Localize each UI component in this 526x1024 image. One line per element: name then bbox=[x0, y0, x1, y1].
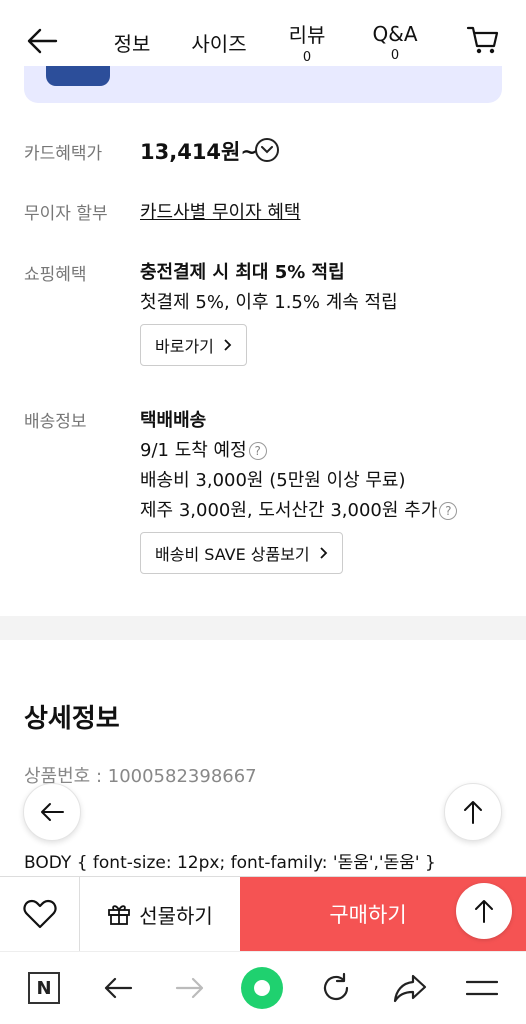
menu-icon bbox=[466, 980, 498, 996]
tab-qna[interactable]: Q&A 0 bbox=[368, 18, 422, 66]
installment-label: 무이자 할부 bbox=[24, 204, 108, 224]
tab-qna-label: Q&A bbox=[372, 21, 418, 46]
like-button[interactable] bbox=[0, 877, 80, 951]
gift-button[interactable]: 선물하기 bbox=[80, 877, 240, 951]
tab-review[interactable]: 리뷰 0 bbox=[284, 18, 330, 66]
buy-label: 구매하기 bbox=[329, 903, 407, 927]
menu-button[interactable] bbox=[460, 966, 504, 1010]
delivery-title: 택배배송 bbox=[140, 410, 207, 431]
shopping-go-label: 바로가기 bbox=[155, 337, 214, 356]
chevron-down-icon bbox=[261, 146, 273, 154]
delivery-eta-line: 9/1 도착 예정? bbox=[140, 436, 267, 462]
browser-back-button[interactable] bbox=[96, 966, 140, 1010]
help-icon[interactable]: ? bbox=[248, 442, 267, 460]
refresh-button[interactable] bbox=[314, 966, 358, 1010]
installment-link[interactable]: 카드사별 무이자 혜택 bbox=[140, 198, 300, 224]
chevron-right-icon bbox=[224, 339, 232, 351]
delivery-fee: 배송비 3,000원 (5만원 이상 무료) bbox=[140, 470, 406, 491]
shopping-benefit-label: 쇼핑혜택 bbox=[24, 265, 87, 285]
help-icon[interactable]: ? bbox=[439, 502, 458, 520]
refresh-icon bbox=[323, 972, 349, 1001]
arrow-up-icon bbox=[464, 801, 482, 824]
chevron-right-icon bbox=[320, 547, 327, 559]
green-dot-button[interactable] bbox=[240, 966, 284, 1010]
arrow-left-icon bbox=[41, 803, 64, 821]
delivery-extra: 제주 3,000원, 도서산간 3,000원 추가 bbox=[140, 500, 438, 521]
card-benefit-banner[interactable] bbox=[24, 66, 502, 103]
card-benefit-expand-button[interactable] bbox=[255, 138, 279, 162]
purchase-bar: 선물하기 구매하기 bbox=[0, 876, 526, 951]
tab-info-label: 정보 bbox=[113, 31, 151, 56]
share-button[interactable] bbox=[388, 966, 432, 1010]
cart-icon bbox=[466, 26, 499, 54]
share-icon bbox=[393, 974, 427, 1003]
naver-home-button[interactable]: N bbox=[22, 966, 66, 1010]
cart-button[interactable] bbox=[466, 24, 502, 58]
arrow-up-icon bbox=[475, 900, 493, 923]
tab-info[interactable]: 정보 bbox=[110, 18, 154, 66]
arrow-right-icon bbox=[175, 977, 204, 999]
scroll-top-button[interactable] bbox=[456, 883, 512, 939]
shopping-go-button[interactable]: 바로가기 bbox=[140, 324, 247, 366]
detail-body-text: BODY { font-size: 12px; font-family: '돋움… bbox=[24, 853, 436, 873]
delivery-eta: 9/1 도착 예정 bbox=[140, 440, 247, 461]
arrow-left-icon bbox=[104, 977, 133, 999]
tab-size[interactable]: 사이즈 bbox=[188, 18, 250, 66]
heart-icon bbox=[22, 899, 57, 929]
browser-toolbar: N bbox=[0, 951, 526, 1024]
detail-title: 상세정보 bbox=[24, 704, 120, 734]
review-count: 0 bbox=[302, 50, 312, 65]
arrow-left-icon bbox=[27, 28, 58, 54]
shopping-benefit-title: 충전결제 시 최대 5% 적립 bbox=[140, 262, 345, 283]
float-scroll-top-button[interactable] bbox=[444, 783, 502, 841]
qna-count: 0 bbox=[390, 47, 400, 63]
tab-review-label: 리뷰 bbox=[288, 23, 326, 47]
card-image bbox=[46, 66, 110, 86]
card-benefit-price: 13,414원~ bbox=[140, 140, 258, 164]
section-divider bbox=[0, 616, 526, 640]
shopping-benefit-desc: 첫결제 5%, 이후 1.5% 계속 적립 bbox=[140, 292, 398, 313]
card-benefit-label: 카드혜택가 bbox=[24, 144, 103, 164]
gift-label: 선물하기 bbox=[139, 903, 213, 928]
float-back-button[interactable] bbox=[23, 783, 81, 841]
back-button[interactable] bbox=[22, 24, 62, 58]
green-dot-icon bbox=[241, 967, 283, 1009]
browser-forward-button[interactable] bbox=[168, 966, 212, 1010]
gift-icon bbox=[108, 905, 131, 925]
delivery-save-label: 배송비 SAVE 상품보기 bbox=[155, 545, 310, 564]
delivery-save-button[interactable]: 배송비 SAVE 상품보기 bbox=[140, 532, 343, 574]
delivery-extra-line: 제주 3,000원, 도서산간 3,000원 추가? bbox=[140, 496, 458, 522]
naver-logo-icon: N bbox=[28, 972, 60, 1004]
tab-size-label: 사이즈 bbox=[191, 31, 247, 56]
delivery-label: 배송정보 bbox=[24, 412, 87, 432]
